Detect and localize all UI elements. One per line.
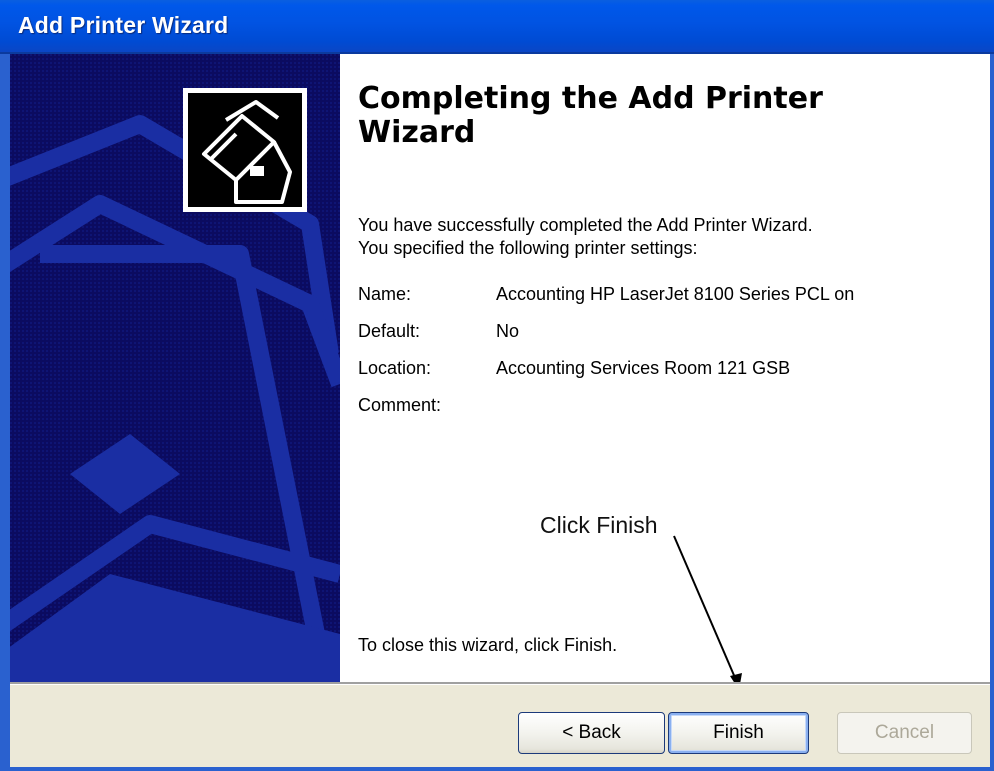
intro-text: You have successfully completed the Add …	[358, 214, 958, 260]
window-frame-left	[0, 54, 10, 771]
wizard-banner	[10, 54, 340, 682]
close-hint-text: To close this wizard, click Finish.	[358, 635, 618, 655]
intro-line-1: You have successfully completed the Add …	[358, 215, 813, 235]
annotation-callout: Click Finish	[540, 512, 658, 538]
setting-value: Accounting Services Room 121 GSB	[496, 358, 791, 378]
setting-label: Comment:	[358, 395, 442, 415]
setting-label: Name:	[358, 284, 412, 304]
title-bar[interactable]: Add Printer Wizard	[0, 0, 994, 54]
setting-label: Default:	[358, 321, 421, 341]
setting-row-default: Default: No	[358, 321, 978, 358]
printer-settings-list: Name: Accounting HP LaserJet 8100 Series…	[358, 284, 978, 432]
add-printer-wizard-window: Add Printer Wizard Completing the Add Pr…	[0, 0, 994, 771]
cancel-button[interactable]: Cancel	[837, 712, 972, 754]
printer-watermark-icon	[10, 54, 340, 682]
page-title: Completing the Add Printer Wizard	[358, 81, 823, 150]
window-frame-bottom	[0, 767, 994, 771]
setting-label: Location:	[358, 358, 432, 378]
setting-row-name: Name: Accounting HP LaserJet 8100 Series…	[358, 284, 978, 321]
setting-row-comment: Comment:	[358, 395, 978, 432]
setting-value: No	[496, 321, 520, 341]
intro-line-2: You specified the following printer sett…	[358, 238, 698, 258]
setting-row-location: Location: Accounting Services Room 121 G…	[358, 358, 978, 395]
setting-value: Accounting HP LaserJet 8100 Series PCL o…	[496, 284, 855, 304]
finish-button[interactable]: Finish	[668, 712, 809, 754]
window-title: Add Printer Wizard	[18, 12, 229, 38]
back-button[interactable]: < Back	[518, 712, 665, 754]
window-frame-right	[990, 54, 994, 771]
wizard-content: Completing the Add Printer Wizard You ha…	[340, 54, 990, 682]
